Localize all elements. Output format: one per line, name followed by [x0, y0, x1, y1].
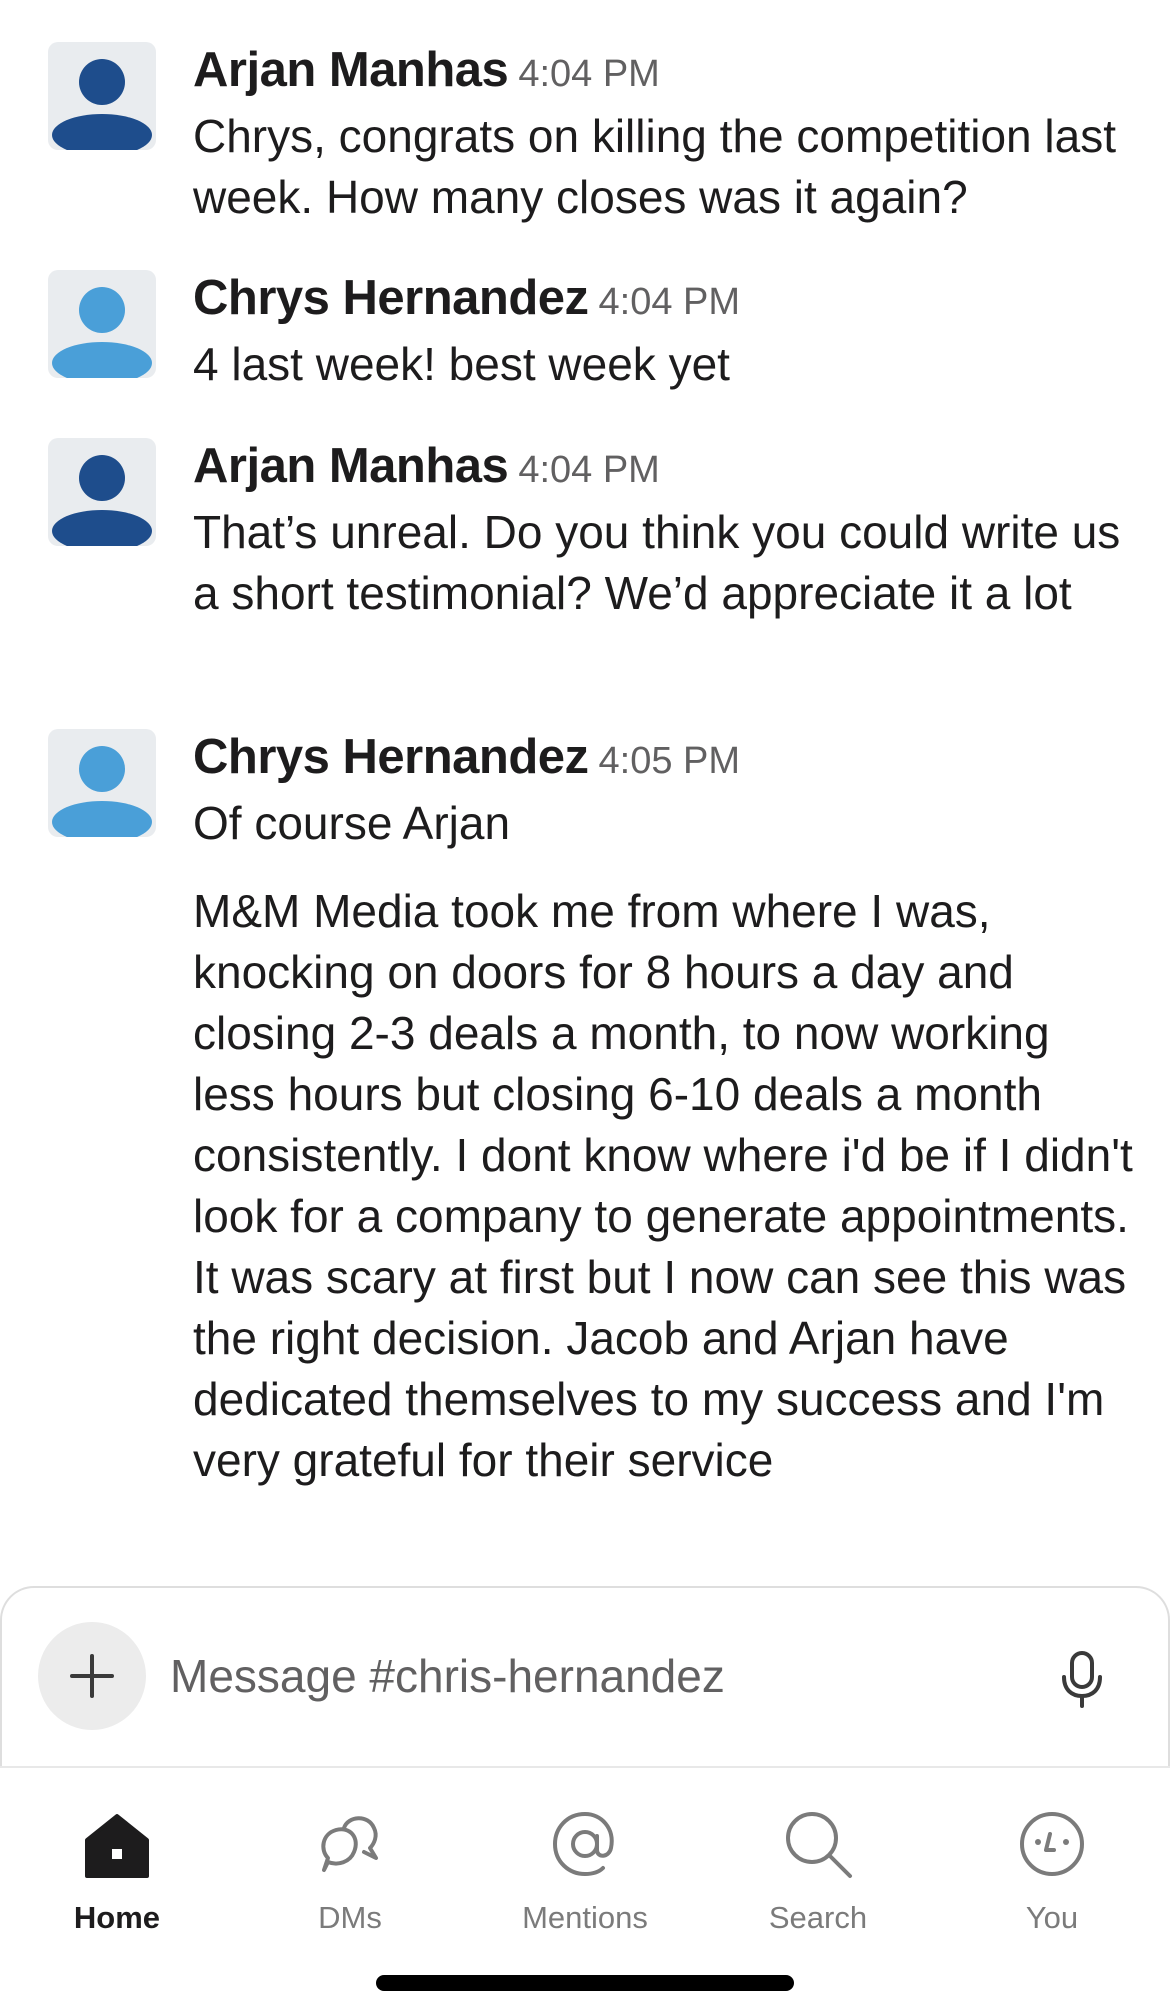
avatar[interactable]	[48, 438, 156, 546]
search-icon	[780, 1806, 856, 1882]
user-avatar-icon	[52, 287, 152, 378]
tab-label: Mentions	[522, 1900, 648, 1935]
message-text: That’s unreal. Do you think you could wr…	[193, 506, 1121, 619]
message-text: Chrys, congrats on killing the competiti…	[193, 110, 1116, 223]
plus-icon	[70, 1654, 114, 1698]
avatar[interactable]	[48, 270, 156, 378]
home-indicator[interactable]	[376, 1975, 794, 1991]
message-header: Chrys Hernandez 4:04 PM	[193, 270, 1143, 334]
message-content: Chrys Hernandez 4:04 PM 4 last week! best…	[193, 270, 1143, 395]
sender-name[interactable]: Chrys Hernandez	[193, 271, 589, 325]
message-time[interactable]: 4:04 PM	[518, 449, 660, 491]
message-time[interactable]: 4:04 PM	[518, 53, 660, 95]
tab-label: Search	[768, 1900, 868, 1935]
message-time[interactable]: 4:04 PM	[599, 281, 741, 323]
at-icon	[547, 1806, 623, 1882]
avatar[interactable]	[48, 729, 156, 837]
microphone-button[interactable]	[1054, 1644, 1110, 1716]
user-avatar-icon	[52, 59, 152, 150]
user-avatar-icon	[52, 746, 152, 837]
message-content: Chrys Hernandez 4:05 PM Of course Arjan M…	[193, 729, 1143, 1491]
message-content: Arjan Manhas 4:04 PM That’s unreal. Do yo…	[193, 438, 1143, 624]
tab-search[interactable]: Search	[718, 1786, 918, 1936]
sender-name[interactable]: Arjan Manhas	[193, 43, 509, 97]
message-header: Chrys Hernandez 4:05 PM	[193, 729, 1143, 793]
message-text: 4 last week! best week yet	[193, 338, 730, 390]
you-icon	[1014, 1806, 1090, 1882]
dms-icon	[312, 1806, 388, 1882]
message-header: Arjan Manhas 4:04 PM	[193, 438, 1143, 502]
user-avatar-icon	[52, 455, 152, 546]
message-time[interactable]: 4:05 PM	[599, 740, 741, 782]
tab-home[interactable]: Home	[17, 1786, 217, 1936]
slack-channel-screen: Arjan Manhas 4:04 PM Chrys, congrats on k…	[0, 0, 1170, 2013]
tab-dms[interactable]: DMs	[250, 1786, 450, 1936]
tab-label: You	[1025, 1900, 1079, 1935]
add-attachment-button[interactable]	[38, 1622, 146, 1730]
tab-label: DMs	[318, 1900, 382, 1935]
message-composer	[0, 1586, 1170, 1766]
home-icon	[79, 1806, 155, 1882]
microphone-icon	[1062, 1651, 1102, 1708]
message-text: M&M Media took me from where I was, knoc…	[193, 885, 1133, 1486]
avatar[interactable]	[48, 42, 156, 150]
sender-name[interactable]: Arjan Manhas	[193, 439, 509, 493]
tab-mentions[interactable]: Mentions	[485, 1786, 685, 1936]
tab-you[interactable]: You	[952, 1786, 1152, 1936]
message-text: Of course Arjan	[193, 797, 511, 849]
message-content: Arjan Manhas 4:04 PM Chrys, congrats on k…	[193, 42, 1143, 228]
message-header: Arjan Manhas 4:04 PM	[193, 42, 1143, 106]
message-input[interactable]	[170, 1636, 1030, 1716]
tab-label: Home	[73, 1900, 161, 1935]
sender-name[interactable]: Chrys Hernandez	[193, 730, 589, 784]
